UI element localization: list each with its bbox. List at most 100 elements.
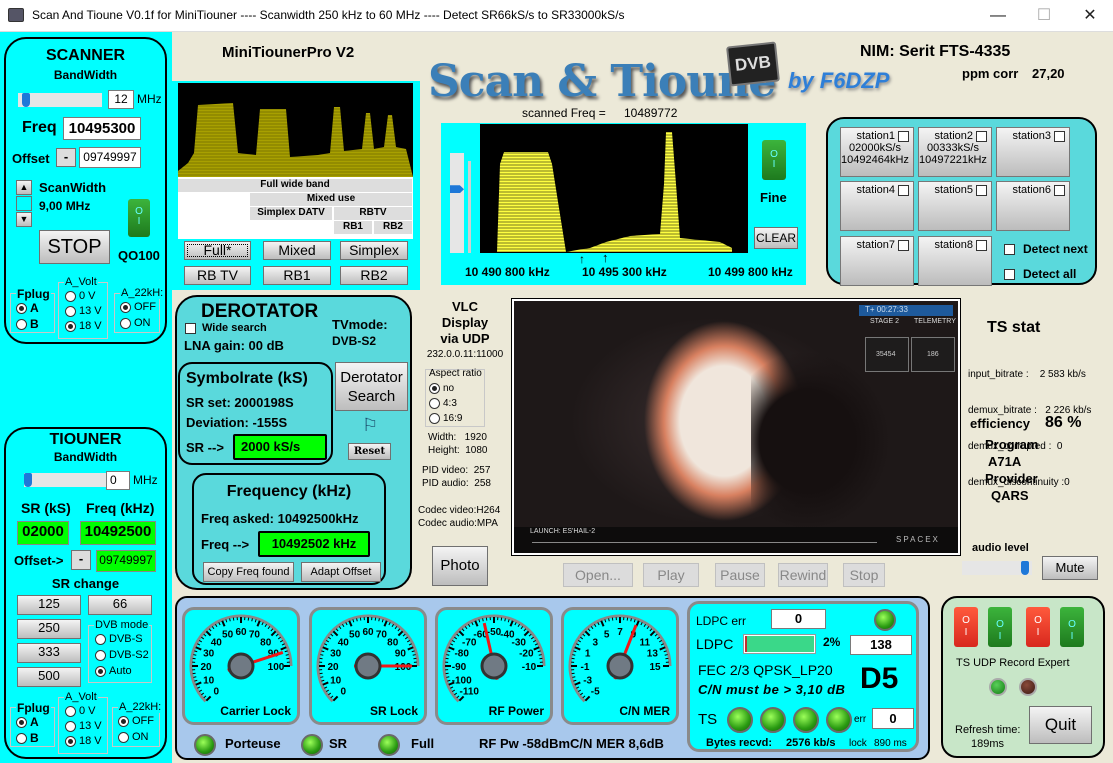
ts-toggle[interactable]: OI [954,607,978,647]
station-button-4[interactable]: station4 [840,181,914,231]
aspect-169-radio[interactable]: 16:9 [429,413,462,424]
minimize-button[interactable]: — [975,0,1021,32]
mute-button[interactable]: Mute [1042,556,1098,580]
scanner-stop-button[interactable]: STOP [39,230,110,264]
scanner-fplug-a[interactable]: A [16,301,39,315]
scanner-offset-sign-button[interactable]: - [56,148,76,167]
tiouner-bandwidth-slider[interactable] [24,473,108,487]
station-button-6[interactable]: station6 [996,181,1070,231]
station-checkbox[interactable] [976,239,987,251]
photo-button[interactable]: Photo [432,546,488,586]
radio-icon[interactable] [16,303,27,315]
scanwidth-up-button[interactable]: ▲ [16,180,32,195]
scanwidth-down-button[interactable]: ▼ [16,212,32,227]
slider-thumb[interactable] [1020,561,1029,575]
vlc-pause-button[interactable]: Pause [715,563,765,587]
scanner-offset-input[interactable]: 09749997 [79,147,141,168]
station-button-7[interactable]: station7 [840,236,914,286]
vlc-play-button[interactable]: Play [643,563,699,587]
scanner-fplug-b[interactable]: B [16,317,39,331]
station-checkbox[interactable] [898,184,909,196]
sr-125-button[interactable]: 125 [17,595,81,615]
detect-next-checkbox[interactable]: Detect next [1004,242,1088,256]
scanner-freq-input[interactable]: 10495300 [63,117,141,140]
station-button-1[interactable]: station1 02000kS/s 10492464kHz [840,127,914,177]
tiouner-freq-input[interactable]: 10492500 [80,521,156,545]
dvb-mode-auto[interactable]: Auto [95,665,132,677]
reset-button[interactable]: Reset [348,443,391,460]
slider-thumb[interactable] [24,473,32,487]
station-checkbox[interactable] [1054,184,1065,196]
tiouner-avolt-0v[interactable]: 0 V [65,705,96,717]
vlc-rewind-button[interactable]: Rewind [778,563,828,587]
audio-level-slider[interactable] [962,561,1032,575]
slider-thumb[interactable] [21,93,30,107]
station-checkbox[interactable] [898,239,909,251]
vlc-stop-button[interactable]: Stop [843,563,885,587]
band-rb2-button[interactable]: RB2 [340,266,408,285]
aspect-43-radio[interactable]: 4:3 [429,398,457,409]
slider-thumb[interactable] [450,185,464,194]
band-mixed-button[interactable]: Mixed [263,241,331,260]
tiouner-avolt-13v[interactable]: 13 V [65,720,102,732]
dvb-mode-dvbs[interactable]: DVB-S [95,633,143,645]
close-button[interactable]: ✕ [1067,0,1113,32]
qo100-toggle[interactable]: OI [128,199,150,237]
sr-250-button[interactable]: 250 [17,619,81,639]
scanner-avolt-0v[interactable]: 0 V [65,290,96,302]
derotator-search-button[interactable]: Derotator Search [335,362,408,411]
station-button-5[interactable]: station5 [918,181,992,231]
record-toggle[interactable]: OI [1026,607,1050,647]
maximize-button[interactable]: ☐ [1021,0,1067,32]
dvb-mode-dvbs2[interactable]: DVB-S2 [95,649,149,661]
tiouner-offset-sign-button[interactable]: - [71,550,91,570]
udp-toggle[interactable]: OI [988,607,1012,647]
band-full-button[interactable]: Full* [184,241,251,260]
sr-66-button[interactable]: 66 [88,595,152,615]
gauge-tick [538,654,542,656]
station-checkbox[interactable] [976,130,987,142]
tiouner-a22k-off[interactable]: OFF [118,715,154,727]
station-checkbox[interactable] [1054,130,1065,142]
scanner-a22k-off[interactable]: OFF [120,301,156,313]
gauge-rf-power: -110 -100 -90 -80 -70 -60 -50 -40 -30 -20 -10 RF Po… [435,607,553,725]
detect-all-checkbox[interactable]: Detect all [1004,267,1076,281]
wide-search-checkbox[interactable]: Wide search [185,322,267,334]
tiouner-fplug-a[interactable]: A [16,715,39,729]
station-button-8[interactable]: station8 [918,236,992,286]
tiouner-offset-input[interactable]: 09749997 [96,550,156,572]
fine-toggle[interactable]: OI [762,140,786,180]
scanner-a22k-on[interactable]: ON [120,317,151,329]
sr-500-button[interactable]: 500 [17,667,81,687]
quit-button[interactable]: Quit [1029,706,1092,744]
band-rbtv-button[interactable]: RB TV [184,266,251,285]
radio-icon[interactable] [16,319,27,331]
band-simplex-button[interactable]: Simplex [340,241,408,260]
clear-button[interactable]: CLEAR [754,227,798,249]
level-slider[interactable] [450,153,464,253]
video-display[interactable]: T+ 00:27:33 STAGE 2 TELEMETRY 35454 186 … [511,298,961,556]
sr-333-button[interactable]: 333 [17,643,81,663]
gauge-tick [321,679,325,682]
aspect-no-radio[interactable]: no [429,383,454,394]
band-rb1-button[interactable]: RB1 [263,266,331,285]
tiouner-fplug-b[interactable]: B [16,731,39,745]
gauge-tick [478,619,481,623]
scan-spectrum-display[interactable] [480,124,748,253]
adapt-offset-button[interactable]: Adapt Offset [301,562,381,582]
station-checkbox[interactable] [898,130,909,142]
scanner-avolt-18v[interactable]: 18 V [65,320,102,332]
station-checkbox[interactable] [976,184,987,196]
station-button-2[interactable]: station2 00333kS/s 10497221kHz [918,127,992,177]
copy-freq-button[interactable]: Copy Freq found [203,562,294,582]
vlc-open-button[interactable]: Open... [563,563,633,587]
tiouner-avolt-18v[interactable]: 18 V [65,735,102,747]
scanner-bandwidth-slider[interactable] [18,93,102,107]
expert-toggle[interactable]: OI [1060,607,1084,647]
tiouner-bandwidth-input[interactable]: 0 [106,471,130,490]
scanner-avolt-13v[interactable]: 13 V [65,305,102,317]
tiouner-a22k-on[interactable]: ON [118,731,149,743]
station-button-3[interactable]: station3 [996,127,1070,177]
tiouner-sr-input[interactable]: 02000 [17,521,69,545]
scanner-bandwidth-input[interactable]: 12 [108,90,134,109]
